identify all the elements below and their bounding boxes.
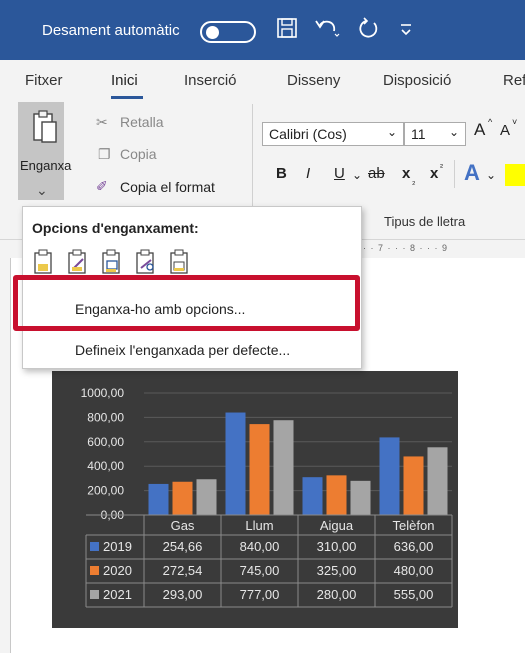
shrink-font-button[interactable]: A <box>500 122 510 139</box>
chevron-down-icon: ⌄ <box>448 125 459 139</box>
data-table-value: 840,00 <box>240 539 280 554</box>
y-tick-label: 200,00 <box>87 484 124 498</box>
active-tab-indicator <box>111 96 143 99</box>
bar-2019-telèfon <box>379 437 400 515</box>
tab-fitxer[interactable]: Fitxer <box>25 72 63 89</box>
chart-svg: 0,00200,00400,00600,00800,001000,00Gas Ll… <box>81 386 453 608</box>
copy-label[interactable]: Copia <box>120 146 157 162</box>
redo-icon[interactable] <box>358 17 380 45</box>
bar-2020-aigua <box>326 475 347 515</box>
bar-2020-telèfon <box>403 456 424 515</box>
bar-2019-aigua <box>302 477 323 515</box>
strikethrough-button[interactable]: ab <box>368 165 385 182</box>
subscript-mark-icon: ₂ <box>412 176 416 186</box>
italic-button[interactable]: I <box>306 165 310 182</box>
tab-insercio[interactable]: Inserció <box>184 72 237 89</box>
format-painter-icon: ✐ <box>96 178 108 194</box>
save-icon[interactable] <box>276 17 298 45</box>
data-table-value: 480,00 <box>394 563 434 578</box>
legend-label: 2020 <box>103 563 132 578</box>
legend-label: 2021 <box>103 587 132 602</box>
category-label: Aigua <box>320 518 354 533</box>
title-bar: Desament automàtic <box>0 0 525 60</box>
superscript-button[interactable]: x <box>430 165 438 182</box>
paste-picture-icon[interactable] <box>169 249 191 275</box>
bar-2021-aigua <box>350 480 371 515</box>
font-group-label: Tipus de lletra <box>384 214 466 229</box>
data-table-value: 555,00 <box>394 587 434 602</box>
paste-dropdown-icon[interactable]: ⌄ <box>36 182 48 199</box>
font-name-value: Calibri (Cos) <box>269 126 347 142</box>
data-table-value: 272,54 <box>163 563 203 578</box>
paste-options-title: Opcions d'enganxament: <box>32 220 199 236</box>
underline-button[interactable]: U <box>334 165 345 182</box>
y-tick-label: 800,00 <box>87 410 124 424</box>
menu-item-set-default-paste[interactable]: Defineix l'enganxada per defecte... <box>75 342 290 358</box>
font-size-value: 11 <box>411 126 426 142</box>
paste-use-destination-theme-icon[interactable] <box>67 249 89 275</box>
bar-2019-gas <box>148 483 169 515</box>
cut-icon: ✂ <box>96 114 108 130</box>
subscript-button[interactable]: x <box>402 165 410 182</box>
data-table-value: 636,00 <box>394 539 434 554</box>
data-table-value: 293,00 <box>163 587 203 602</box>
chart[interactable]: 0,00 200,00 400,00 600,00 800,00 1000,00 Gas Ll… <box>52 371 458 628</box>
legend-label: 2019 <box>103 539 132 554</box>
data-table-value: 745,00 <box>240 563 280 578</box>
legend-swatch-2020 <box>90 566 99 575</box>
bar-2021-llum <box>273 420 294 515</box>
tab-disposicio[interactable]: Disposició <box>383 72 451 89</box>
tab-ref[interactable]: Ref <box>503 72 525 89</box>
tab-disseny[interactable]: Disseny <box>287 72 340 89</box>
highlight-color-swatch[interactable] <box>505 164 525 186</box>
bar-2020-llum <box>249 424 270 515</box>
bar-2019-llum <box>225 412 246 515</box>
category-label: Telèfon <box>393 518 435 533</box>
bar-2020-gas <box>172 481 193 515</box>
autosave-label: Desament automàtic <box>42 22 180 39</box>
grow-font-button[interactable]: A <box>474 120 485 140</box>
chevron-down-icon: ⌄ <box>386 125 397 139</box>
paste-label: Enganxa <box>20 158 72 173</box>
category-label: Llum <box>245 518 273 533</box>
text-effects-button[interactable]: A <box>464 160 480 186</box>
tab-inici[interactable]: Inici <box>111 72 138 89</box>
ribbon-tabs: Fitxer Inici Inserció Disseny Disposició… <box>0 60 525 102</box>
y-tick-label: 1000,00 <box>81 386 125 400</box>
group-separator <box>454 160 455 188</box>
y-tick-label: 600,00 <box>87 435 124 449</box>
legend-swatch-2021 <box>90 590 99 599</box>
data-table-value: 777,00 <box>240 587 280 602</box>
paste-keep-source-icon[interactable] <box>33 249 55 275</box>
legend-swatch-2019 <box>90 542 99 551</box>
data-table-value: 310,00 <box>317 539 357 554</box>
chevron-down-icon[interactable]: ⌄ <box>352 168 362 182</box>
paste-embed-workbook-icon[interactable] <box>101 249 123 275</box>
shrink-font-caret-icon: ˅ <box>512 117 518 127</box>
undo-icon[interactable] <box>314 17 340 45</box>
paste-link-icon[interactable] <box>135 249 157 275</box>
bar-2021-gas <box>196 479 217 515</box>
data-table-value: 254,66 <box>163 539 203 554</box>
category-label: Gas <box>171 518 195 533</box>
grow-font-caret-icon: ^ <box>488 117 493 127</box>
data-table-value: 280,00 <box>317 587 357 602</box>
chevron-down-icon[interactable]: ⌄ <box>486 168 496 182</box>
toggle-knob <box>206 26 219 39</box>
superscript-mark-icon: ² <box>440 162 443 172</box>
bar-2021-telèfon <box>427 447 448 515</box>
data-table-value: 325,00 <box>317 563 357 578</box>
autosave-toggle[interactable] <box>200 21 256 43</box>
y-tick-label: 400,00 <box>87 459 124 473</box>
format-painter-label[interactable]: Copia el format <box>120 179 215 195</box>
cut-label[interactable]: Retalla <box>120 114 164 130</box>
font-size-select[interactable]: 11 ⌄ <box>404 122 466 146</box>
customize-icon[interactable] <box>398 17 414 45</box>
highlight-annotation <box>13 275 360 331</box>
bold-button[interactable]: B <box>276 165 287 182</box>
font-name-select[interactable]: Calibri (Cos) ⌄ <box>262 122 404 146</box>
copy-icon: ❐ <box>98 146 111 162</box>
